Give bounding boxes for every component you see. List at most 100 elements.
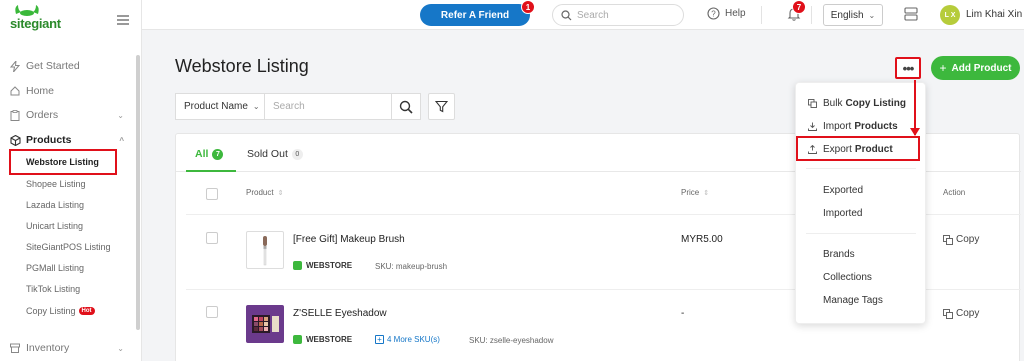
menu-item-collections[interactable]: Collections xyxy=(796,267,927,287)
plus-icon: + xyxy=(939,61,947,75)
download-icon xyxy=(807,121,817,131)
tab-label: Sold Out xyxy=(247,148,288,160)
sidebar-item-label: Home xyxy=(26,85,55,97)
sort-icon: ⇕ xyxy=(277,189,284,197)
price-value: MYR5.00 xyxy=(681,234,723,245)
divider xyxy=(811,6,812,24)
sitegiant-logo[interactable]: sitegiant xyxy=(10,5,61,36)
menu-item-manage-tags[interactable]: Manage Tags xyxy=(796,290,927,310)
menu-label: Import xyxy=(823,120,852,132)
user-name[interactable]: Lim Khai Xin xyxy=(966,9,1022,20)
refer-badge: 1 xyxy=(521,0,535,14)
sidebar-item-home[interactable]: Home xyxy=(0,81,138,101)
sidebar-sub-copy-listing[interactable]: Copy Listing Hot xyxy=(26,303,95,319)
column-header-price[interactable]: Price ⇕ xyxy=(681,188,709,197)
page-title: Webstore Listing xyxy=(175,56,309,76)
product-thumbnail[interactable] xyxy=(246,305,284,343)
menu-item-exported[interactable]: Exported xyxy=(796,180,927,200)
hamburger-menu-icon[interactable] xyxy=(117,15,129,25)
logo-text: sitegiant xyxy=(10,15,61,31)
language-select[interactable]: English ⌄ xyxy=(823,4,883,26)
column-header-action: Action xyxy=(943,188,965,197)
menu-item-brands[interactable]: Brands xyxy=(796,244,927,264)
search-field-select[interactable]: Product Name ⌄ xyxy=(175,93,265,120)
tab-sold-out[interactable]: Sold Out 0 xyxy=(247,148,303,160)
copy-label: Copy xyxy=(956,308,980,319)
topbar: Refer A Friend 1 Search ? Help 7 English… xyxy=(142,0,1024,30)
tab-count-badge: 0 xyxy=(291,148,303,160)
active-tab-indicator xyxy=(186,170,236,172)
menu-divider xyxy=(806,168,916,169)
product-search-input[interactable]: Search xyxy=(265,93,392,120)
row-checkbox[interactable] xyxy=(206,306,218,318)
copy-button[interactable]: Copy xyxy=(943,308,979,319)
avatar[interactable]: L X xyxy=(940,5,960,25)
sidebar-item-label: Inventory xyxy=(26,342,70,354)
sidebar-scrollbar[interactable] xyxy=(136,55,140,330)
sidebar-item-label: Orders xyxy=(26,109,59,121)
logo-horns-icon xyxy=(15,5,39,16)
add-product-button[interactable]: + Add Product xyxy=(931,56,1020,80)
sidebar-sub-unicart-listing[interactable]: Unicart Listing xyxy=(26,218,83,234)
help-button[interactable]: ? Help xyxy=(707,7,746,20)
chevron-down-icon: ⌄ xyxy=(117,110,124,120)
filter-button[interactable] xyxy=(428,93,455,120)
product-name-link[interactable]: [Free Gift] Makeup Brush xyxy=(293,234,405,245)
filter-bar: Product Name ⌄ Search xyxy=(175,93,455,120)
box-icon xyxy=(9,134,21,146)
copy-button[interactable]: Copy xyxy=(943,234,979,245)
copy-icon xyxy=(943,308,953,319)
sidebar-sub-pgmall-listing[interactable]: PGMall Listing xyxy=(26,260,84,276)
product-name-link[interactable]: Z'SELLE Eyeshadow xyxy=(293,308,387,319)
menu-item-imported[interactable]: Imported xyxy=(796,203,927,223)
home-icon xyxy=(9,85,21,97)
annotation-arrow-head xyxy=(910,128,920,136)
notification-count-badge: 7 xyxy=(792,0,806,14)
eyeshadow-image xyxy=(252,315,279,333)
row-checkbox[interactable] xyxy=(206,232,218,244)
sidebar-item-label: Get Started xyxy=(26,60,80,72)
more-options-button[interactable]: ••• xyxy=(895,57,921,79)
sidebar-sub-tiktok-listing[interactable]: TikTok Listing xyxy=(26,281,80,297)
chevron-down-icon: ⌄ xyxy=(868,10,876,20)
help-circle-icon: ? xyxy=(707,7,720,20)
copy-icon xyxy=(943,234,953,245)
more-sku-link[interactable]: + 4 More SKU(s) xyxy=(375,335,440,344)
sidebar-sub-shopee-listing[interactable]: Shopee Listing xyxy=(26,176,86,192)
search-icon xyxy=(399,100,413,114)
hot-badge: Hot xyxy=(78,307,95,315)
filter-icon xyxy=(435,100,448,113)
search-field-value: Product Name xyxy=(184,101,248,112)
refer-a-friend-button[interactable]: Refer A Friend xyxy=(420,4,530,26)
sidebar-item-products[interactable]: Products ^ xyxy=(0,130,138,150)
store-switch-icon[interactable] xyxy=(904,7,918,24)
search-button[interactable] xyxy=(392,93,421,120)
svg-text:?: ? xyxy=(711,9,716,18)
divider xyxy=(761,6,762,24)
global-search-input[interactable]: Search xyxy=(552,4,684,26)
menu-item-bulk-copy-listing[interactable]: Bulk Copy Listing xyxy=(796,93,927,113)
sidebar-sub-sitegiantpos-listing[interactable]: SiteGiantPOS Listing xyxy=(26,239,111,255)
tab-all[interactable]: All 7 xyxy=(195,148,224,160)
column-header-product[interactable]: Product ⇕ xyxy=(246,188,283,197)
sidebar-item-inventory[interactable]: Inventory ⌄ xyxy=(0,338,138,358)
column-header-label: Product xyxy=(246,188,274,197)
clipboard-icon xyxy=(9,109,21,121)
search-icon xyxy=(561,9,572,20)
chevron-down-icon: ⌄ xyxy=(252,102,260,111)
sidebar-item-get-started[interactable]: Get Started xyxy=(0,56,138,76)
select-all-checkbox[interactable] xyxy=(206,188,218,200)
sidebar-item-orders[interactable]: Orders ⌄ xyxy=(0,105,138,125)
more-sku-label: 4 More SKU(s) xyxy=(387,335,440,344)
add-product-label: Add Product xyxy=(951,62,1012,74)
product-thumbnail[interactable] xyxy=(246,231,284,269)
help-label: Help xyxy=(725,8,746,19)
webstore-icon xyxy=(293,261,302,270)
highlight-box-export xyxy=(796,136,920,161)
bolt-icon xyxy=(9,60,21,72)
plus-box-icon: + xyxy=(375,335,384,344)
column-header-label: Price xyxy=(681,188,700,197)
menu-label-bold: Products xyxy=(854,120,898,132)
sidebar-sub-lazada-listing[interactable]: Lazada Listing xyxy=(26,197,84,213)
menu-item-import-products[interactable]: Import Products xyxy=(796,116,927,136)
